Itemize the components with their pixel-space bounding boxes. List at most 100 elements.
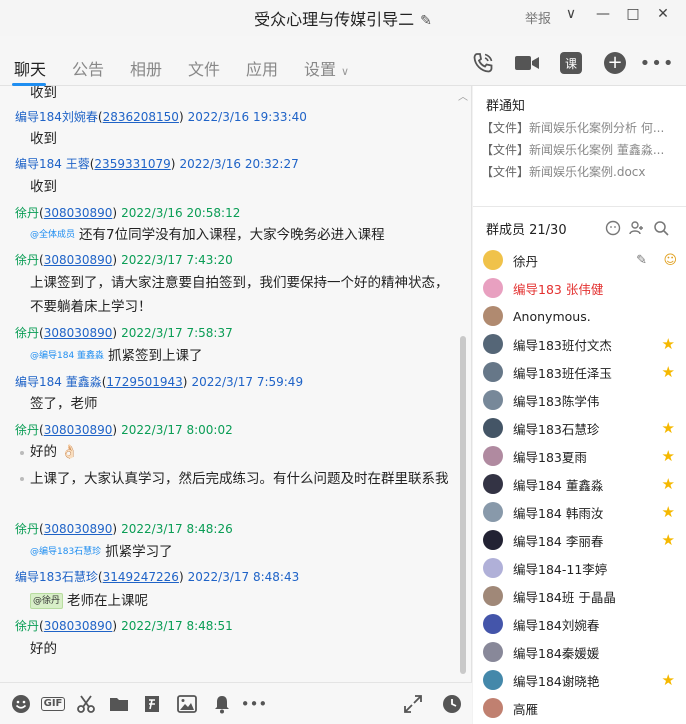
edit-icon[interactable]: ✎ — [420, 13, 432, 29]
sender-name[interactable]: 徐丹 — [15, 326, 39, 340]
more-tools-icon[interactable]: ••• — [241, 693, 268, 715]
member-item[interactable]: 编导184-11李婷 — [483, 554, 681, 582]
sender-name[interactable]: 编导184 董鑫淼 — [15, 375, 102, 389]
edit-nickname-icon[interactable]: ✎ — [636, 253, 647, 268]
avatar[interactable] — [483, 586, 503, 606]
tab-album[interactable]: 相册 — [130, 56, 162, 80]
course-icon[interactable]: 课 — [558, 50, 584, 76]
avatar[interactable] — [483, 670, 503, 690]
sender-name[interactable]: 徐丹 — [15, 423, 39, 437]
avatar[interactable] — [483, 250, 503, 270]
member-item[interactable]: 编导184 董鑫淼 ★ — [483, 470, 681, 498]
sender-name[interactable]: 徐丹 — [15, 253, 39, 267]
invite-member-icon[interactable] — [628, 220, 646, 238]
avatar[interactable] — [483, 306, 503, 326]
member-search-face-icon[interactable] — [604, 220, 622, 238]
member-item[interactable]: Anonymous. — [483, 302, 681, 330]
member-item[interactable]: 编导183 张伟健 — [483, 274, 681, 302]
member-item[interactable]: 编导184 韩雨汝 ★ — [483, 498, 681, 526]
sender-id-link[interactable]: 308030890 — [44, 423, 113, 437]
avatar[interactable] — [483, 278, 503, 298]
avatar[interactable] — [483, 362, 503, 382]
avatar[interactable] — [483, 446, 503, 466]
notice-title[interactable]: 群通知 — [486, 95, 525, 114]
member-item[interactable]: 编导184 李丽春 ★ — [483, 526, 681, 554]
sender-id-link[interactable]: 308030890 — [44, 253, 113, 267]
chevron-down-icon[interactable]: ∨ — [562, 6, 580, 24]
folder-icon[interactable] — [108, 693, 130, 715]
member-item[interactable]: 编导183夏雨 ★ — [483, 442, 681, 470]
member-name: 编导183陈学伟 — [513, 393, 600, 409]
avatar[interactable] — [483, 558, 503, 578]
chat-history[interactable]: ︿ 收到 编导184刘婉春(2836208150) 2022/3/16 19:33… — [0, 86, 472, 682]
sender-id-link[interactable]: 2359331079 — [94, 157, 170, 171]
avatar[interactable] — [483, 614, 503, 634]
sender-id-link[interactable]: 308030890 — [44, 619, 113, 633]
notice-item[interactable]: 【文件】新闻娱乐化案例分析 何... — [481, 119, 676, 136]
emoji-icon[interactable] — [10, 693, 32, 715]
gif-icon[interactable]: GIF — [40, 693, 66, 715]
sender-name[interactable]: 徐丹 — [15, 206, 39, 220]
add-icon[interactable]: + — [602, 50, 628, 76]
avatar[interactable] — [483, 334, 503, 354]
avatar[interactable] — [483, 530, 503, 550]
sender-id-link[interactable]: 3149247226 — [103, 570, 179, 584]
sender-id-link[interactable]: 308030890 — [44, 522, 113, 536]
avatar[interactable] — [483, 502, 503, 522]
member-item[interactable]: 编导183陈学伟 — [483, 386, 681, 414]
member-item[interactable]: 徐丹 ✎ ☺ — [483, 246, 681, 274]
chat-scrollbar[interactable] — [460, 336, 466, 674]
tab-files[interactable]: 文件 — [188, 56, 220, 80]
member-item[interactable]: 高雁 — [483, 694, 681, 722]
minimize-button[interactable]: — — [594, 6, 612, 24]
scissors-icon[interactable] — [75, 693, 97, 715]
expand-icon[interactable] — [402, 693, 424, 715]
mention-user[interactable]: @编导183石慧珍 — [30, 547, 101, 557]
sender-id-link[interactable]: 1729501943 — [106, 375, 182, 389]
doc-icon[interactable] — [141, 693, 163, 715]
notice-item[interactable]: 【文件】新闻娱乐化案例.docx — [481, 163, 676, 180]
tab-settings[interactable]: 设置 ∨ — [304, 56, 349, 80]
avatar[interactable] — [483, 474, 503, 494]
avatar[interactable] — [483, 418, 503, 438]
sender-name[interactable]: 徐丹 — [15, 619, 39, 633]
avatar[interactable] — [483, 698, 503, 718]
member-item[interactable]: 编导184谢晓艳 ★ — [483, 666, 681, 694]
member-item[interactable]: 编导183石慧珍 ★ — [483, 414, 681, 442]
sender-id-link[interactable]: 308030890 — [44, 326, 113, 340]
member-item[interactable]: 编导183班任泽玉 ★ — [483, 358, 681, 386]
close-button[interactable]: ✕ — [654, 6, 672, 24]
member-item[interactable]: 编导184刘婉春 — [483, 610, 681, 638]
tab-announcement[interactable]: 公告 — [72, 56, 104, 80]
mention-all[interactable]: @全体成员 — [30, 230, 75, 240]
tab-chat[interactable]: 聊天 — [14, 56, 46, 80]
member-item[interactable]: 编导183班付文杰 ★ — [483, 330, 681, 358]
star-icon: ★ — [661, 363, 675, 381]
maximize-button[interactable]: □ — [624, 6, 642, 24]
avatar[interactable] — [483, 642, 503, 662]
sender-id-link[interactable]: 2836208150 — [103, 110, 179, 124]
avatar[interactable] — [483, 390, 503, 410]
sender-name[interactable]: 编导183石慧珍 — [15, 570, 98, 584]
report-link[interactable]: 举报 — [525, 8, 551, 27]
sender-name[interactable]: 徐丹 — [15, 522, 39, 536]
sender-name[interactable]: 编导184 王蓉 — [15, 157, 90, 171]
notice-item[interactable]: 【文件】新闻娱乐化案例 董鑫淼... — [481, 141, 676, 158]
more-icon[interactable]: ••• — [640, 50, 674, 76]
video-icon[interactable] — [514, 50, 540, 76]
member-item[interactable]: 编导184班 于晶晶 — [483, 582, 681, 610]
image-icon[interactable] — [176, 693, 198, 715]
history-icon[interactable] — [441, 693, 463, 715]
sender-id-link[interactable]: 308030890 — [44, 206, 113, 220]
tab-apps[interactable]: 应用 — [246, 56, 278, 80]
mention-tag[interactable]: @徐丹 — [30, 593, 64, 609]
member-item[interactable]: 编导184秦媛媛 — [483, 638, 681, 666]
scroll-up-icon[interactable]: ︿ — [458, 88, 468, 103]
message-content: 抓紧学习了 — [105, 544, 173, 560]
group-name[interactable]: 受众心理与传媒引导二 — [254, 10, 414, 29]
mention-user[interactable]: @编导184 董鑫淼 — [30, 351, 104, 361]
search-icon[interactable] — [652, 220, 670, 238]
sender-name[interactable]: 编导184刘婉春 — [15, 110, 98, 124]
phone-icon[interactable] — [470, 50, 496, 76]
bell-icon[interactable] — [211, 693, 233, 715]
